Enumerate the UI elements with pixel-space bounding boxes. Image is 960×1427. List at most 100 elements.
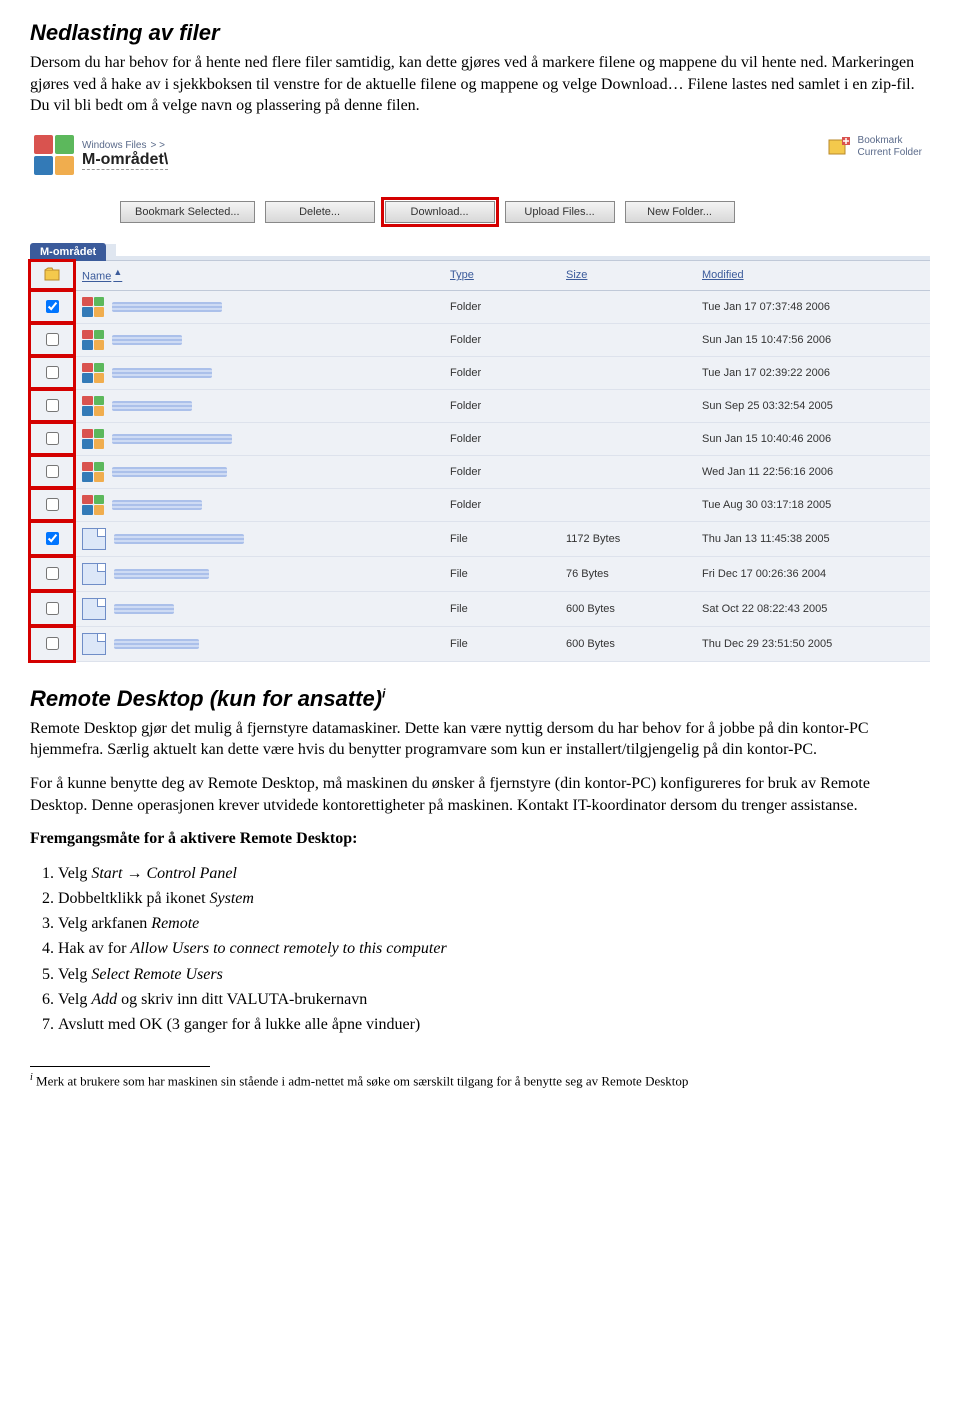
table-row[interactable]: File1172 BytesThu Jan 13 11:45:38 2005	[30, 521, 930, 556]
row-checkbox[interactable]	[46, 637, 59, 650]
bookmark-selected-button[interactable]: Bookmark Selected...	[120, 201, 255, 223]
list-item: Velg Select Remote Users	[58, 963, 930, 986]
table-row[interactable]: Folder Tue Jan 17 07:37:48 2006	[30, 290, 930, 323]
cell-size: 1172 Bytes	[558, 521, 694, 556]
table-row[interactable]: File600 BytesThu Dec 29 23:51:50 2005	[30, 626, 930, 661]
cell-name[interactable]	[74, 389, 442, 422]
cell-size	[558, 290, 694, 323]
filename-redacted	[114, 534, 244, 544]
cell-size	[558, 488, 694, 521]
file-icon	[82, 633, 106, 655]
cell-type: File	[442, 521, 558, 556]
folder-icon	[82, 429, 104, 449]
table-row[interactable]: File600 BytesSat Oct 22 08:22:43 2005	[30, 591, 930, 626]
breadcrumb-current: M-området\	[82, 151, 168, 170]
cell-name[interactable]	[74, 356, 442, 389]
cell-modified: Tue Aug 30 03:17:18 2005	[694, 488, 930, 521]
bookmark-current-folder[interactable]: Bookmark Current Folder	[828, 135, 922, 159]
cell-size	[558, 389, 694, 422]
row-checkbox[interactable]	[46, 333, 59, 346]
cell-type: File	[442, 626, 558, 661]
breadcrumb-area: Windows Files > > M-området\	[34, 135, 168, 175]
toolbar: Bookmark Selected... Delete... Download.…	[30, 185, 930, 235]
cell-name[interactable]	[74, 521, 442, 556]
row-checkbox[interactable]	[46, 498, 59, 511]
topbar: Windows Files > > M-området\ Bookmark Cu…	[30, 131, 930, 185]
bookmark-label-2: Current Folder	[858, 147, 922, 158]
cell-modified: Sat Oct 22 08:22:43 2005	[694, 591, 930, 626]
cell-modified: Fri Dec 17 00:26:36 2004	[694, 556, 930, 591]
cell-type: Folder	[442, 455, 558, 488]
cell-size	[558, 323, 694, 356]
column-type[interactable]: Type	[442, 261, 558, 291]
breadcrumb-sep: > >	[150, 140, 164, 151]
cell-type: File	[442, 591, 558, 626]
cell-modified: Sun Sep 25 03:32:54 2005	[694, 389, 930, 422]
cell-type: Folder	[442, 488, 558, 521]
cell-name[interactable]	[74, 556, 442, 591]
file-icon	[82, 528, 106, 550]
row-checkbox[interactable]	[46, 300, 59, 313]
cell-modified: Thu Dec 29 23:51:50 2005	[694, 626, 930, 661]
row-checkbox[interactable]	[46, 366, 59, 379]
file-pane: M-området Name▲ Type Size Modified	[30, 243, 930, 662]
filename-redacted	[112, 401, 192, 411]
heading-remote-desktop: Remote Desktop (kun for ansatte)i	[30, 686, 930, 712]
delete-button[interactable]: Delete...	[265, 201, 375, 223]
list-item: Velg arkfanen Remote	[58, 912, 930, 935]
tab-bar: M-området	[30, 243, 930, 261]
cell-size	[558, 422, 694, 455]
column-size[interactable]: Size	[558, 261, 694, 291]
table-row[interactable]: Folder Sun Jan 15 10:47:56 2006	[30, 323, 930, 356]
bookmark-plus-icon	[828, 136, 852, 158]
row-checkbox[interactable]	[46, 567, 59, 580]
row-checkbox[interactable]	[46, 532, 59, 545]
cell-name[interactable]	[74, 323, 442, 356]
subheading-fremgangsmate: Fremgangsmåte for å aktivere Remote Desk…	[30, 828, 930, 850]
file-table: Name▲ Type Size Modified Folder Tue Jan 1…	[30, 261, 930, 662]
cell-type: Folder	[442, 290, 558, 323]
row-checkbox[interactable]	[46, 602, 59, 615]
filename-redacted	[114, 569, 209, 579]
table-row[interactable]: Folder Tue Jan 17 02:39:22 2006	[30, 356, 930, 389]
download-button[interactable]: Download...	[385, 201, 495, 223]
cell-name[interactable]	[74, 455, 442, 488]
file-browser-screenshot: Windows Files > > M-området\ Bookmark Cu…	[30, 131, 930, 662]
sort-asc-icon: ▲	[113, 267, 122, 277]
file-icon	[82, 563, 106, 585]
cell-name[interactable]	[74, 422, 442, 455]
cell-name[interactable]	[74, 290, 442, 323]
row-checkbox[interactable]	[46, 399, 59, 412]
column-checkbox[interactable]	[30, 261, 74, 291]
row-checkbox[interactable]	[46, 465, 59, 478]
cell-name[interactable]	[74, 591, 442, 626]
cell-type: Folder	[442, 356, 558, 389]
tab-m-omradet[interactable]: M-området	[30, 243, 106, 261]
list-item: Hak av for Allow Users to connect remote…	[58, 937, 930, 960]
row-checkbox[interactable]	[46, 432, 59, 445]
folder-icon	[82, 396, 104, 416]
list-item: Dobbeltklikk på ikonet System	[58, 887, 930, 910]
column-name[interactable]: Name▲	[74, 261, 442, 291]
cell-size: 76 Bytes	[558, 556, 694, 591]
column-modified[interactable]: Modified	[694, 261, 930, 291]
cell-modified: Tue Jan 17 02:39:22 2006	[694, 356, 930, 389]
bookmark-label-1: Bookmark	[858, 135, 903, 146]
folder-icon	[82, 330, 104, 350]
cell-modified: Sun Jan 15 10:47:56 2006	[694, 323, 930, 356]
cell-modified: Tue Jan 17 07:37:48 2006	[694, 290, 930, 323]
new-folder-button[interactable]: New Folder...	[625, 201, 735, 223]
table-row[interactable]: File76 BytesFri Dec 17 00:26:36 2004	[30, 556, 930, 591]
breadcrumb[interactable]: Windows Files > >	[82, 140, 168, 151]
table-row[interactable]: FolderSun Sep 25 03:32:54 2005	[30, 389, 930, 422]
table-row[interactable]: FolderWed Jan 11 22:56:16 2006	[30, 455, 930, 488]
filename-redacted	[112, 500, 202, 510]
list-item: Velg Start → Control Panel	[58, 862, 930, 885]
cell-type: Folder	[442, 323, 558, 356]
table-row[interactable]: FolderSun Jan 15 10:40:46 2006	[30, 422, 930, 455]
cell-name[interactable]	[74, 488, 442, 521]
cell-name[interactable]	[74, 626, 442, 661]
table-row[interactable]: Folder Tue Aug 30 03:17:18 2005	[30, 488, 930, 521]
upload-files-button[interactable]: Upload Files...	[505, 201, 615, 223]
folder-up-icon	[44, 272, 60, 284]
